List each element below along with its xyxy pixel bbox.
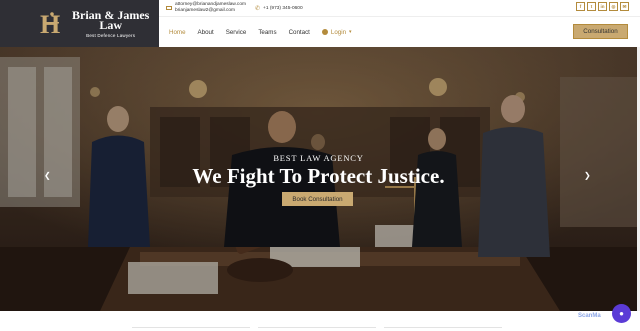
consultation-button[interactable]: Consultation [573,24,628,39]
nav-item-teams[interactable]: Teams [258,29,276,36]
social-links: f t in ◎ ✉ [576,2,629,11]
svg-text:H: H [40,10,60,39]
chevron-left-icon[interactable]: ❮ [44,171,51,180]
mail-social-icon[interactable]: ✉ [620,2,629,11]
nav-item-service[interactable]: Service [226,29,247,36]
logo-emblem-icon: H [40,10,60,39]
phone-icon: ✆ [255,6,261,12]
hero-slider: BEST LAW AGENCY We Fight To Protect Just… [0,47,637,311]
logo-subtitle: Best Defence Lawyers [86,32,136,38]
email-block: attorney@brianandjameslaw.com brianjames… [166,2,246,14]
phone-link[interactable]: +1 (973) 345-0600 [263,6,303,11]
book-consultation-button[interactable]: Book Consultation [282,192,353,206]
nav-item-about[interactable]: About [198,29,214,36]
login-dropdown[interactable]: Login ▾ [321,28,352,36]
main-nav: Home About Service Teams Contact Login ▾… [159,17,640,47]
feature-card-edge [132,327,250,331]
user-icon [321,29,328,35]
logo[interactable]: H Brian & James Law Best Defence Lawyers [0,0,159,47]
top-contact-bar: attorney@brianandjameslaw.com brianjames… [159,0,640,17]
chevron-right-icon[interactable]: ❯ [584,171,591,180]
mail-icon [166,6,172,10]
email-link-2[interactable]: brianjameslaw2@gmail.com [175,8,246,14]
scan-widget-label: ScanMa [578,313,601,319]
chevron-down-icon: ▾ [349,29,352,35]
twitter-icon[interactable]: t [587,2,596,11]
phone-block: ✆ +1 (973) 345-0600 [255,5,303,12]
instagram-icon[interactable]: ◎ [609,2,618,11]
hero-eyebrow: BEST LAW AGENCY [273,153,364,163]
page: H Brian & James Law Best Defence Lawyers… [0,0,640,331]
linkedin-icon[interactable]: in [598,2,607,11]
feature-card-edge [258,327,376,331]
facebook-icon[interactable]: f [576,2,585,11]
login-label: Login [330,28,347,36]
logo-title-line2: Law [99,17,122,32]
chat-bubble-icon[interactable]: ● [612,304,631,323]
feature-card-edge [384,327,502,331]
nav-item-home[interactable]: Home [169,29,186,36]
nav-item-contact[interactable]: Contact [289,29,310,36]
hero-headline: We Fight To Protect Justice. [192,164,445,188]
